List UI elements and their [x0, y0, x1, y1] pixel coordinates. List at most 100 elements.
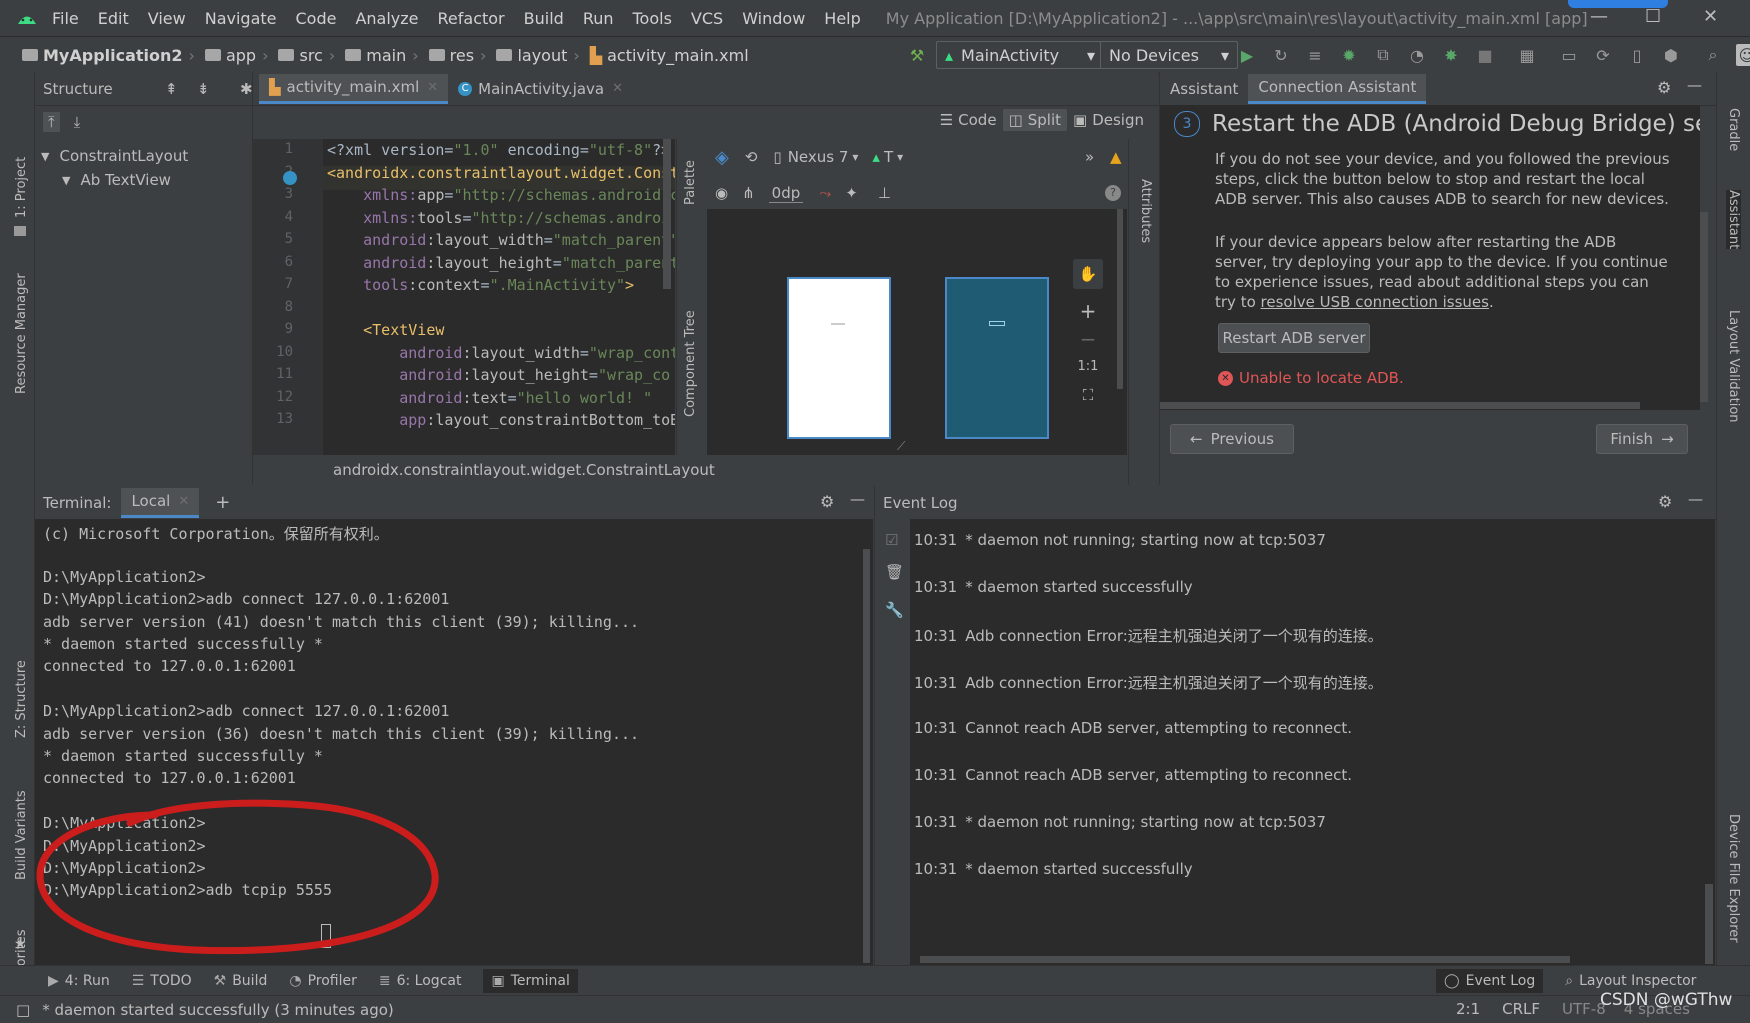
code-editor[interactable]: 1<?xml version="1.0" encoding="utf-8"?>2…: [253, 139, 675, 455]
menu-help[interactable]: Help: [824, 9, 860, 28]
build-variants-tool-tab[interactable]: Build Variants: [14, 790, 29, 880]
terminal-output[interactable]: (c) Microsoft Corporation。保留所有权利。 D:\MyAp…: [35, 519, 873, 965]
code-line[interactable]: app:layout_constraintBottom_toB: [327, 411, 675, 429]
code-line[interactable]: android:layout_width="wrap_cont: [327, 344, 675, 362]
logcat-tool-button[interactable]: ≣ 6: Logcat: [379, 973, 462, 989]
crumb-src[interactable]: src ›: [278, 46, 339, 65]
debug-icon[interactable]: ✹: [1338, 44, 1360, 66]
tab-assistant[interactable]: Assistant: [1160, 74, 1248, 104]
apply-changes-icon[interactable]: ≡: [1304, 44, 1326, 66]
event-log-hscrollbar[interactable]: [920, 956, 1570, 963]
device-manager-icon[interactable]: ▯: [1626, 44, 1648, 66]
search-icon[interactable]: ⌕: [1702, 44, 1724, 66]
caret-position[interactable]: 2:1: [1456, 1000, 1480, 1018]
close-tab-icon[interactable]: ✕: [178, 494, 189, 509]
coverage-icon[interactable]: ✸: [1440, 44, 1462, 66]
menu-run[interactable]: Run: [583, 9, 614, 28]
mode-code-button[interactable]: ☰ Code: [934, 109, 1003, 131]
avatar[interactable]: ☺: [1736, 44, 1750, 66]
line-separator[interactable]: CRLF: [1502, 1000, 1540, 1018]
assistant-tool-tab[interactable]: Assistant: [1726, 190, 1741, 250]
menu-view[interactable]: View: [148, 9, 186, 28]
menu-code[interactable]: Code: [296, 9, 337, 28]
blueprint-screen[interactable]: [945, 277, 1049, 439]
menu-refactor[interactable]: Refactor: [438, 9, 505, 28]
help-icon[interactable]: ?: [1105, 185, 1121, 201]
avd-manager-icon[interactable]: ▭: [1558, 44, 1580, 66]
minimize-icon[interactable]: —: [1590, 6, 1608, 27]
event-log-tool-button[interactable]: ◯ Event Log: [1436, 969, 1544, 993]
device-selector[interactable]: Nexus 7: [788, 148, 849, 166]
menu-edit[interactable]: Edit: [98, 9, 129, 28]
more-icon[interactable]: »: [1085, 148, 1094, 166]
todo-tool-button[interactable]: ☰ TODO: [132, 973, 192, 989]
crumb-file[interactable]: ▙ activity_main.xml: [590, 46, 749, 65]
clear-constraints-icon[interactable]: ⤳: [819, 184, 831, 202]
settings-icon[interactable]: ⚙: [1657, 78, 1671, 97]
close-tab-icon[interactable]: ✕: [427, 80, 438, 95]
hammer-icon[interactable]: ⚒: [906, 44, 928, 66]
event-log-content[interactable]: 10:31 * daemon not running; starting now …: [910, 519, 1715, 965]
code-line[interactable]: android:layout_width="match_parent": [327, 231, 675, 249]
crumb-main[interactable]: main ›: [345, 46, 422, 65]
magnet-icon[interactable]: ⋔: [742, 184, 755, 202]
orientation-icon[interactable]: ⟲: [745, 148, 758, 166]
menu-navigate[interactable]: Navigate: [205, 9, 277, 28]
pin-up-icon[interactable]: ⤒: [43, 112, 60, 132]
zoom-actual-button[interactable]: 1:1: [1073, 353, 1103, 381]
menu-analyze[interactable]: Analyze: [355, 9, 418, 28]
code-line[interactable]: xmlns:tools="http://schemas.androi: [327, 209, 670, 227]
new-terminal-icon[interactable]: +: [215, 492, 230, 513]
tab-activity-main-xml[interactable]: ▙ activity_main.xml ✕: [259, 73, 449, 104]
previous-button[interactable]: ← Previous: [1170, 424, 1294, 454]
palette-tab[interactable]: Palette: [683, 160, 698, 205]
zoom-fit-icon[interactable]: ⛶: [1073, 381, 1103, 409]
tree-item[interactable]: ▼ ConstraintLayout: [35, 144, 252, 168]
menu-file[interactable]: File: [52, 9, 79, 28]
expand-all-icon[interactable]: ⇟: [197, 80, 210, 98]
resource-manager-tool-tab[interactable]: Resource Manager: [14, 273, 29, 394]
mode-design-button[interactable]: ▣ Design: [1067, 109, 1150, 131]
mode-split-button[interactable]: ◫ Split: [1002, 109, 1068, 131]
close-window-icon[interactable]: ✕: [1703, 6, 1718, 27]
clear-all-icon[interactable]: 🗑: [885, 563, 904, 581]
pan-icon[interactable]: ✋: [1073, 259, 1103, 289]
finish-button[interactable]: Finish →: [1596, 424, 1688, 454]
assistant-vscrollbar[interactable]: [1700, 212, 1708, 402]
layout-validation-tool-tab[interactable]: Layout Validation: [1726, 310, 1741, 423]
crumb-res[interactable]: res ›: [428, 46, 491, 65]
editor-scrollbar[interactable]: [663, 139, 671, 289]
crumb-app[interactable]: app ›: [204, 46, 273, 65]
design-canvas[interactable]: ⟋ ✋ + − 1:1 ⛶: [707, 209, 1127, 455]
pin-down-icon[interactable]: ⤓: [74, 113, 81, 131]
profiler-tool-button[interactable]: ◔ Profiler: [289, 973, 357, 989]
attributes-tab[interactable]: Attributes: [1138, 179, 1153, 243]
zoom-out-icon[interactable]: −: [1073, 325, 1103, 353]
sdk-manager-icon[interactable]: ⬢: [1660, 44, 1682, 66]
resolve-usb-link[interactable]: resolve USB connection issues: [1261, 293, 1489, 311]
menu-build[interactable]: Build: [524, 9, 564, 28]
component-tree-tab[interactable]: Component Tree: [683, 310, 698, 417]
terminal-scrollbar[interactable]: [863, 549, 870, 963]
terminal-tool-button[interactable]: ▣ Terminal: [483, 969, 578, 993]
project-structure-icon[interactable]: ▦: [1516, 44, 1538, 66]
status-message[interactable]: * daemon started successfully (3 minutes…: [42, 1001, 394, 1019]
maximize-icon[interactable]: ☐: [1645, 6, 1661, 27]
sync-gradle-icon[interactable]: ⟳: [1592, 44, 1614, 66]
crumb-project[interactable]: MyApplication2 ›: [22, 46, 199, 65]
resize-handle-icon[interactable]: ⟋: [897, 439, 905, 454]
api-selector[interactable]: T: [884, 148, 893, 166]
mark-read-icon[interactable]: ☑: [885, 531, 898, 549]
code-line[interactable]: <androidx.constraintlayout.widget.Const: [327, 164, 675, 182]
device-select[interactable]: No Devices ▾: [1100, 41, 1238, 69]
tab-connection-assistant[interactable]: Connection Assistant: [1248, 73, 1427, 104]
stop-icon[interactable]: ■: [1474, 44, 1496, 66]
event-log-vscrollbar[interactable]: [1705, 884, 1713, 964]
wrench-icon[interactable]: 🔧: [885, 601, 904, 619]
close-tab-icon[interactable]: ✕: [612, 81, 623, 96]
restart-adb-button[interactable]: Restart ADB server: [1218, 323, 1370, 353]
code-line[interactable]: android:text="hello world! ": [327, 389, 652, 407]
assistant-hscrollbar[interactable]: [1160, 402, 1640, 409]
minimize-panel-icon[interactable]: —: [1688, 490, 1703, 508]
warning-icon[interactable]: ▲: [1110, 148, 1122, 166]
